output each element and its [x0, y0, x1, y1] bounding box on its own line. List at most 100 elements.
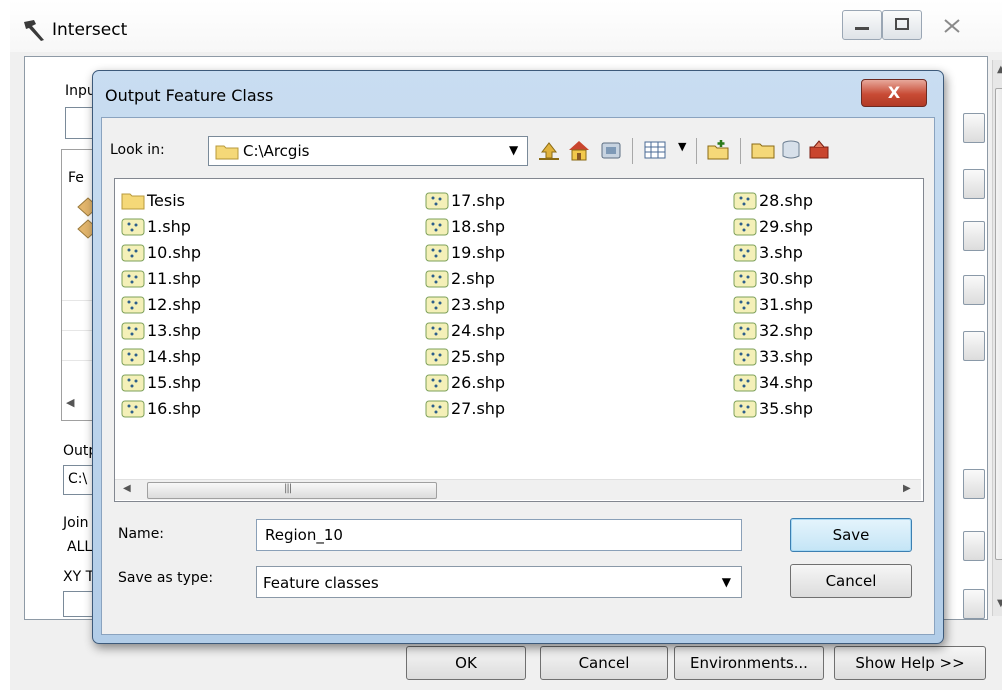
list-item[interactable]: 15.shp [121, 369, 201, 395]
window-title: Intersect [52, 20, 128, 40]
intersect-titlebar[interactable]: Intersect [10, 0, 1002, 52]
name-input[interactable]: Region_10 [256, 519, 742, 551]
save-button[interactable]: Save [790, 518, 912, 552]
list-item[interactable]: 23.shp [425, 291, 505, 317]
shapefile-icon [733, 348, 757, 365]
list-item[interactable]: 18.shp [425, 213, 505, 239]
file-column-1: Tesis 1.shp 10.shp 11.shp 12.shp 13.shp … [121, 187, 201, 421]
units-dropdown-button[interactable] [963, 589, 985, 619]
output-browse-button[interactable] [963, 469, 985, 499]
up-one-level-icon[interactable] [536, 138, 562, 162]
minimize-button[interactable] [842, 10, 882, 40]
list-item[interactable]: 26.shp [425, 369, 505, 395]
list-item[interactable]: 34.shp [733, 369, 813, 395]
output-feature-class-dialog: Output Feature Class X Look in: C:\Arcgi… [92, 70, 944, 644]
close-icon: X [887, 83, 901, 102]
browse-button[interactable] [963, 113, 985, 143]
list-item[interactable]: 35.shp [733, 395, 813, 421]
look-in-label: Look in: [110, 142, 165, 158]
shapefile-icon [121, 348, 145, 365]
chevron-down-icon[interactable]: ▼ [509, 143, 518, 157]
catalog-icon[interactable] [778, 138, 804, 162]
minimize-icon [855, 27, 869, 30]
list-item[interactable]: 32.shp [733, 317, 813, 343]
list-item[interactable]: 28.shp [733, 187, 813, 213]
join-attributes-label: Join [63, 515, 89, 531]
hammer-icon [24, 20, 44, 41]
move-up-button[interactable] [963, 275, 985, 305]
ok-button[interactable]: OK [406, 646, 526, 680]
view-dropdown-icon[interactable]: ▼ [678, 140, 686, 153]
environments-button[interactable]: Environments... [674, 646, 824, 680]
save-as-type-label: Save as type: [118, 570, 214, 586]
save-as-type-value: Feature classes [263, 574, 379, 592]
chevron-down-icon[interactable]: ▼ [722, 575, 731, 589]
scroll-left-arrow[interactable]: ◀ [123, 483, 131, 494]
join-dropdown-button[interactable] [963, 531, 985, 561]
scroll-up-arrow[interactable]: ▲ [997, 64, 1002, 75]
scroll-right-arrow[interactable]: ▶ [903, 483, 911, 494]
remove-row-button[interactable] [963, 221, 985, 251]
vertical-scrollbar[interactable]: ▲ ▼ [992, 60, 1002, 616]
cancel-button[interactable]: Cancel [540, 646, 668, 680]
move-down-button[interactable] [963, 331, 985, 361]
file-column-2: 17.shp 18.shp 19.shp 2.shp 23.shp 24.shp… [425, 187, 505, 421]
list-item[interactable]: 31.shp [733, 291, 813, 317]
list-item[interactable]: 10.shp [121, 239, 201, 265]
list-item[interactable]: 13.shp [121, 317, 201, 343]
list-item[interactable]: 30.shp [733, 265, 813, 291]
scrollbar-thumb[interactable]: ||| [147, 482, 437, 499]
list-item[interactable]: 2.shp [425, 265, 505, 291]
list-item[interactable]: 19.shp [425, 239, 505, 265]
connect-folder-icon[interactable] [750, 138, 776, 162]
shapefile-icon [121, 296, 145, 313]
connect-database-icon[interactable] [598, 138, 624, 162]
look-in-value: C:\Arcgis [243, 142, 310, 160]
folder-item-tesis[interactable]: Tesis [121, 187, 201, 213]
features-column-header: Fe [68, 170, 84, 186]
list-item[interactable]: 11.shp [121, 265, 201, 291]
name-label: Name: [118, 526, 165, 542]
scrollbar-thumb[interactable] [995, 88, 1002, 560]
dialog-close-button[interactable]: X [861, 79, 927, 107]
close-icon[interactable] [940, 16, 964, 36]
shapefile-icon [121, 244, 145, 261]
list-item[interactable]: 12.shp [121, 291, 201, 317]
scroll-down-arrow[interactable]: ▼ [997, 598, 1002, 609]
list-item[interactable]: 3.shp [733, 239, 813, 265]
shapefile-icon [121, 322, 145, 339]
file-list[interactable]: Tesis 1.shp 10.shp 11.shp 12.shp 13.shp … [114, 178, 924, 502]
show-help-button[interactable]: Show Help >> [834, 646, 986, 680]
shapefile-icon [733, 322, 757, 339]
add-row-button[interactable] [963, 169, 985, 199]
shapefile-icon [425, 244, 449, 261]
shapefile-icon [121, 374, 145, 391]
shapefile-icon [425, 400, 449, 417]
view-menu-icon[interactable] [642, 138, 672, 162]
list-item[interactable]: 14.shp [121, 343, 201, 369]
shapefile-icon [121, 270, 145, 287]
folder-icon [215, 145, 239, 160]
shapefile-icon [425, 348, 449, 365]
toolbox-icon[interactable] [806, 138, 832, 162]
list-item[interactable]: 33.shp [733, 343, 813, 369]
horizontal-scrollbar[interactable]: ◀ ||| ▶ [115, 479, 921, 500]
shapefile-icon [425, 374, 449, 391]
shapefile-icon [121, 218, 145, 235]
look-in-combo[interactable]: C:\Arcgis ▼ [208, 136, 528, 166]
list-item[interactable]: 24.shp [425, 317, 505, 343]
shapefile-icon [425, 270, 449, 287]
scroll-left-arrow[interactable]: ◀ [66, 396, 74, 409]
list-item[interactable]: 29.shp [733, 213, 813, 239]
list-item[interactable]: 27.shp [425, 395, 505, 421]
dialog-cancel-button[interactable]: Cancel [790, 564, 912, 598]
list-item[interactable]: 16.shp [121, 395, 201, 421]
home-icon[interactable] [566, 138, 592, 162]
list-item[interactable]: 17.shp [425, 187, 505, 213]
shapefile-icon [425, 218, 449, 235]
list-item[interactable]: 25.shp [425, 343, 505, 369]
save-as-type-select[interactable]: Feature classes ▼ [256, 566, 742, 598]
list-item[interactable]: 1.shp [121, 213, 201, 239]
new-item-icon[interactable] [706, 138, 732, 162]
maximize-button[interactable] [882, 10, 922, 40]
